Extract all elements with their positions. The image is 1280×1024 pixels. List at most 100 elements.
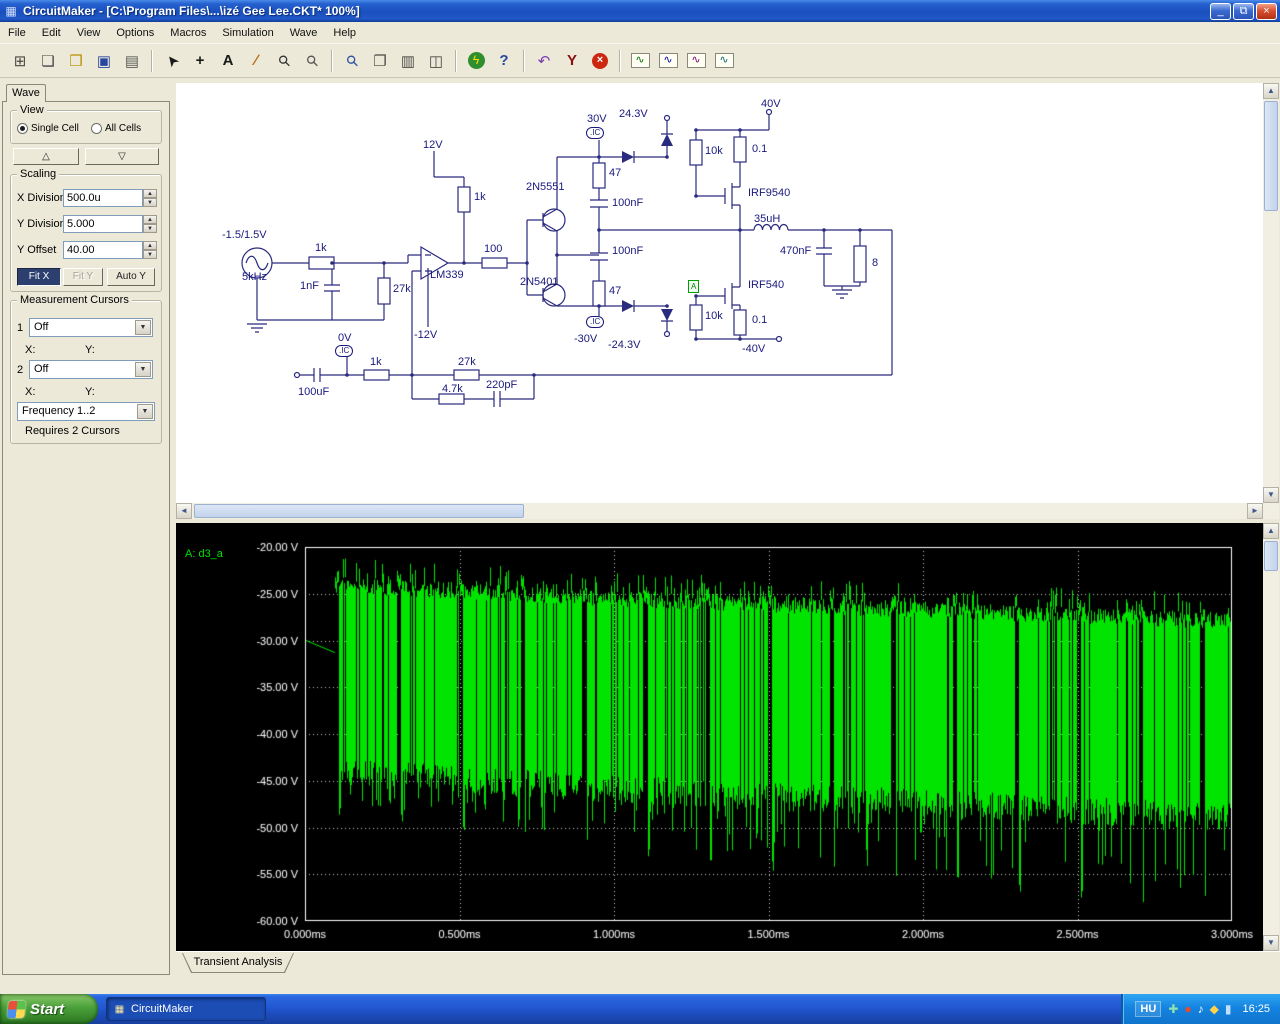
component-label: 27k (393, 283, 411, 295)
menu-help[interactable]: Help (325, 24, 364, 42)
menu-file[interactable]: File (0, 24, 34, 42)
scroll-thumb[interactable] (1264, 101, 1278, 211)
cursor1-y-label: Y: (85, 344, 95, 356)
scroll-thumb[interactable] (194, 504, 524, 518)
schematic-hscrollbar[interactable]: ◄ ► (176, 503, 1263, 519)
help-icon: ? (499, 52, 509, 69)
auto-y-button[interactable]: Auto Y (107, 268, 155, 286)
spin-up-icon[interactable]: ▲ (143, 189, 157, 198)
schematic-vscrollbar[interactable]: ▲ ▼ (1263, 83, 1279, 503)
run-simulation-button[interactable]: ϟ (463, 49, 489, 73)
undo-button[interactable]: ↶ (531, 49, 557, 73)
zoom-in-button[interactable]: ⚲ (271, 49, 297, 73)
menu-simulation[interactable]: Simulation (214, 24, 281, 42)
menu-macros[interactable]: Macros (162, 24, 214, 42)
menu-wave[interactable]: Wave (282, 24, 326, 42)
open-file-button[interactable]: ❒ (63, 49, 89, 73)
spin-down-icon[interactable]: ▼ (143, 250, 157, 259)
scrollbar-corner (1263, 503, 1279, 519)
radio-single-cell[interactable] (17, 123, 28, 134)
digital-scope-button[interactable]: ∿ (627, 49, 653, 73)
scroll-up-icon[interactable]: ▲ (1263, 523, 1279, 539)
probe-tool-button[interactable]: Y (559, 49, 585, 73)
y-offset-spinner[interactable]: ▲ ▼ (143, 241, 157, 259)
chevron-down-icon[interactable]: ▼ (135, 362, 151, 377)
scroll-left-icon[interactable]: ◄ (176, 503, 192, 519)
parts-bin-button[interactable]: ⊞ (7, 49, 33, 73)
y-division-input[interactable]: 5.000 (63, 215, 143, 233)
wire-tool-button[interactable]: + (187, 49, 213, 73)
logic-analyzer-button[interactable]: ∿ (711, 49, 737, 73)
signal-generator-button[interactable]: ∿ (655, 49, 681, 73)
close-icon[interactable]: × (1256, 2, 1277, 20)
radio-all-cells[interactable] (91, 123, 102, 134)
tray-icon-4[interactable]: ◆ (1210, 1002, 1219, 1016)
x-division-input[interactable]: 500.0u (63, 189, 143, 207)
split-view-button[interactable]: ◫ (423, 49, 449, 73)
spin-up-icon[interactable]: ▲ (143, 241, 157, 250)
tray-icon-1[interactable]: ✚ (1168, 1002, 1178, 1016)
fit-x-button[interactable]: Fit X (17, 268, 61, 286)
minimize-icon[interactable]: _ (1210, 2, 1231, 20)
y-offset-input[interactable]: 40.00 (63, 241, 143, 259)
save-button[interactable]: ▣ (91, 49, 117, 73)
wave-down-button[interactable]: ▽ (85, 148, 159, 165)
tray-icon-2[interactable]: ● (1184, 1002, 1191, 1016)
menu-view[interactable]: View (69, 24, 109, 42)
text-tool-button[interactable]: A (215, 49, 241, 73)
chevron-down-icon[interactable]: ▼ (135, 320, 151, 335)
print-button[interactable]: ▤ (119, 49, 145, 73)
cursor2-y-label: Y: (85, 386, 95, 398)
cursor-mode-select[interactable]: Frequency 1..2 ▼ (17, 402, 155, 421)
stop-simulation-button[interactable]: × (587, 49, 613, 73)
toolbar-separator (455, 49, 457, 72)
zoom-select-button[interactable]: ⚲ (339, 49, 365, 73)
scroll-thumb[interactable] (1264, 541, 1278, 571)
taskbar-task-circuitmaker[interactable]: ▦ CircuitMaker (106, 997, 266, 1021)
arrow-tool-button[interactable]: ➤ (159, 49, 185, 73)
spin-down-icon[interactable]: ▼ (143, 198, 157, 207)
waveform-vscrollbar[interactable]: ▲ ▼ (1263, 523, 1279, 951)
delete-tool-button[interactable]: ∕ (243, 49, 269, 73)
component-label: 0.1 (752, 143, 768, 155)
new-file-button[interactable]: ❏ (35, 49, 61, 73)
title-bar[interactable]: ▦ CircuitMaker - [C:\Program Files\...\i… (0, 0, 1280, 22)
copy-button[interactable]: ❐ (367, 49, 393, 73)
restore-icon[interactable]: ⧉ (1233, 2, 1254, 20)
zoom-out-button[interactable]: ⚲ (299, 49, 325, 73)
component-label: 1k (315, 242, 327, 254)
tray-icon-3[interactable]: ♪ (1198, 1002, 1204, 1016)
waveform-pane: A: d3_a (176, 523, 1263, 951)
print-icon: ▤ (124, 52, 140, 70)
windows-flag-icon (7, 1000, 26, 1018)
waveform-canvas[interactable] (176, 523, 1263, 951)
scroll-down-icon[interactable]: ▼ (1263, 487, 1279, 503)
component-label: 100 (484, 243, 503, 255)
wave-up-button[interactable]: △ (13, 148, 79, 165)
cursor2-select[interactable]: Off ▼ (29, 360, 153, 379)
scroll-up-icon[interactable]: ▲ (1263, 83, 1279, 99)
spin-up-icon[interactable]: ▲ (143, 215, 157, 224)
fit-y-button[interactable]: Fit Y (63, 268, 103, 286)
paste-button[interactable]: ▥ (395, 49, 421, 73)
menu-edit[interactable]: Edit (34, 24, 69, 42)
scroll-down-icon[interactable]: ▼ (1263, 935, 1279, 951)
tab-transient-analysis[interactable]: Transient Analysis (182, 953, 294, 973)
schematic-pane[interactable]: -1.5/1.5V 5kHz 1k 1nF 27k 12V LM339 -12V 1k 100 2N… (176, 83, 1263, 503)
y-division-spinner[interactable]: ▲ ▼ (143, 215, 157, 233)
spin-down-icon[interactable]: ▼ (143, 224, 157, 233)
cursor1-select[interactable]: Off ▼ (29, 318, 153, 337)
x-division-spinner[interactable]: ▲ ▼ (143, 189, 157, 207)
start-button[interactable]: Start (0, 994, 98, 1024)
tray-icon-5[interactable]: ▮ (1225, 1002, 1232, 1016)
help-button[interactable]: ? (491, 49, 517, 73)
multimeter-button[interactable]: ∿ (683, 49, 709, 73)
language-indicator[interactable]: HU (1135, 1001, 1162, 1017)
chevron-down-icon[interactable]: ▼ (137, 404, 153, 419)
scroll-right-icon[interactable]: ► (1247, 503, 1263, 519)
undo-icon: ↶ (537, 52, 551, 70)
tab-wave[interactable]: Wave (6, 84, 46, 102)
component-label: 1nF (300, 280, 319, 292)
signal-generator-icon: ∿ (658, 53, 678, 68)
menu-options[interactable]: Options (108, 24, 162, 42)
